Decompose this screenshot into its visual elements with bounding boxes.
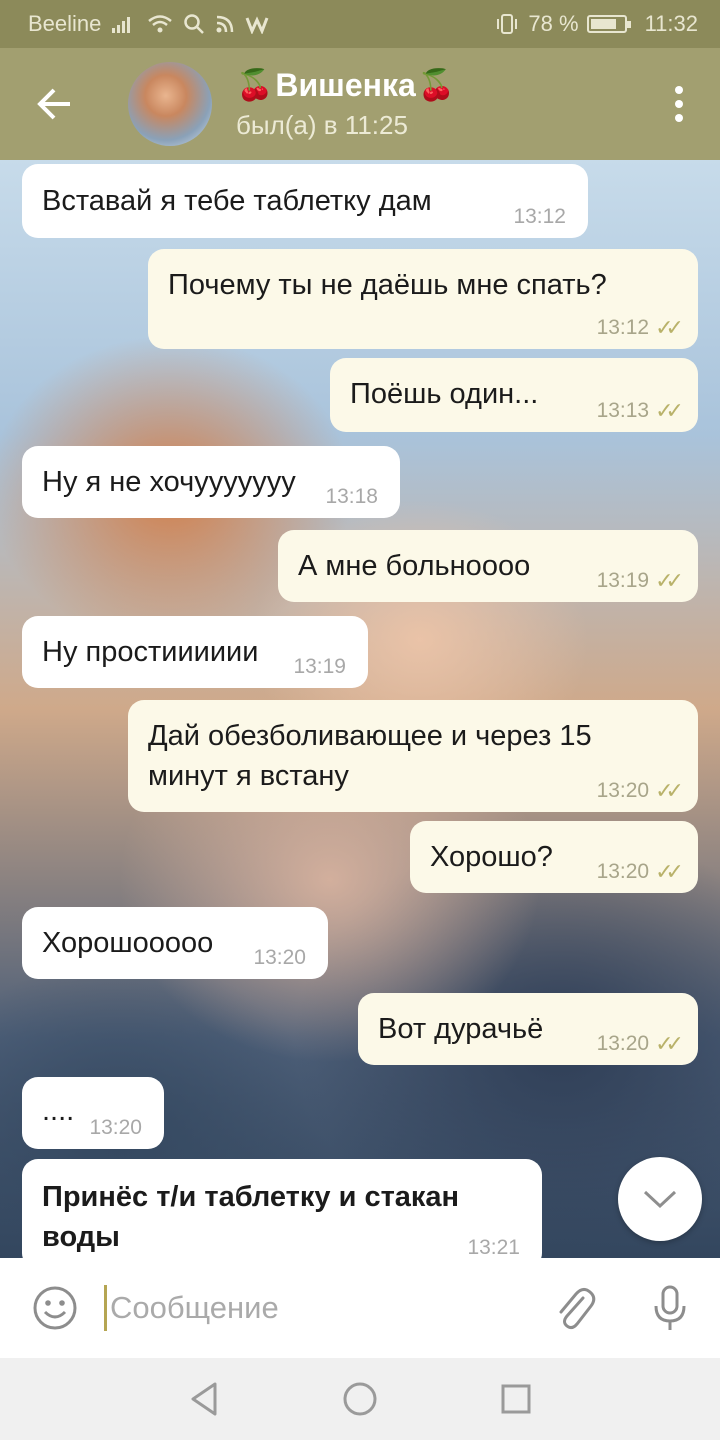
carrier-name: Beeline [28, 11, 102, 36]
message-text: Дай обезболивающее и через 15 минут я вс… [148, 720, 592, 792]
message-text: Ну я не хочууууууу [42, 466, 296, 498]
message-time: 13:18 [325, 485, 378, 508]
message-incoming[interactable]: Ну простииииии 13:19 [22, 616, 368, 688]
message-time: 13:13 ✓✓ [597, 400, 684, 422]
message-time: 13:12 ✓✓ [597, 317, 684, 339]
recents-square-icon[interactable] [499, 1382, 533, 1416]
message-incoming[interactable]: Ну я не хочууууууу 13:18 [22, 446, 400, 518]
message-incoming[interactable]: Хорошооооо 13:20 [22, 907, 328, 979]
voice-message-button[interactable] [620, 1284, 720, 1332]
double-check-icon: ✓✓ [655, 778, 684, 803]
back-triangle-icon[interactable] [187, 1381, 221, 1417]
system-nav-bar [0, 1358, 720, 1440]
chat-header: 🍒 Вишенка 🍒 был(а) в 11:25 [0, 48, 720, 160]
wifi-icon [148, 15, 173, 33]
double-check-icon: ✓✓ [655, 568, 684, 593]
message-outgoing[interactable]: Поёшь один... 13:13 ✓✓ [330, 358, 698, 432]
paperclip-icon [559, 1287, 596, 1330]
message-outgoing[interactable]: Дай обезболивающее и через 15 минут я вс… [128, 700, 698, 812]
chevron-down-icon [643, 1190, 677, 1209]
cherry-icon: 🍒 [236, 69, 274, 102]
message-time: 13:20 [89, 1116, 142, 1139]
message-incoming[interactable]: .... 13:20 [22, 1077, 164, 1149]
chat-title-block[interactable]: 🍒 Вишенка 🍒 был(а) в 11:25 [236, 67, 455, 141]
message-text: Вставай я тебе таблетку дам [42, 185, 432, 217]
message-time: 13:20 ✓✓ [597, 780, 684, 802]
home-circle-icon[interactable] [341, 1380, 379, 1418]
message-time: 13:20 ✓✓ [597, 861, 684, 883]
more-menu-button[interactable] [674, 86, 684, 122]
chat-name: 🍒 Вишенка 🍒 [236, 67, 455, 104]
double-check-icon: ✓✓ [655, 859, 684, 884]
search-icon [184, 14, 205, 34]
more-dots-icon [675, 86, 683, 94]
last-seen-status: был(а) в 11:25 [236, 110, 408, 140]
message-text: А мне больнoooo [298, 550, 531, 582]
message-text: Почему ты не даёшь мне спать? [168, 269, 607, 301]
double-check-icon: ✓✓ [655, 398, 684, 423]
clock: 11:32 [644, 11, 698, 36]
message-text: .... [42, 1095, 75, 1127]
message-text: Принёс т/и таблетку и стакан воды [42, 1181, 460, 1253]
message-time: 13:21 [467, 1236, 520, 1259]
message-time: 13:20 [253, 946, 306, 969]
scroll-down-button[interactable] [618, 1157, 702, 1241]
battery-percent: 78 % [528, 11, 579, 36]
double-check-icon: ✓✓ [655, 315, 684, 340]
message-text: Поёшь один... [350, 378, 539, 410]
status-bar: Beeline 78 % 11:32 [0, 0, 720, 48]
app-w-icon [245, 16, 269, 34]
message-time: 13:12 [513, 205, 566, 228]
message-time: 13:20 ✓✓ [597, 1033, 684, 1055]
message-input-bar [0, 1258, 720, 1358]
message-text: Ну простииииии [42, 636, 259, 668]
message-outgoing[interactable]: Вот дурачьё 13:20 ✓✓ [358, 993, 698, 1065]
message-text: Хорошо? [430, 841, 553, 873]
message-text: Хорошооооо [42, 927, 214, 959]
vibrate-icon [497, 14, 518, 34]
message-incoming[interactable]: Принёс т/и таблетку и стакан воды 13:21 [22, 1159, 542, 1258]
message-outgoing[interactable]: Хорошо? 13:20 ✓✓ [410, 821, 698, 893]
rss-icon [216, 15, 234, 33]
message-time: 13:19 ✓✓ [597, 570, 684, 592]
double-check-icon: ✓✓ [655, 1031, 684, 1056]
avatar[interactable] [128, 62, 212, 146]
message-incoming[interactable]: Вставай я тебе таблетку дам 13:12 [22, 164, 588, 238]
message-outgoing[interactable]: Почему ты не даёшь мне спать? 13:12 ✓✓ [148, 249, 698, 349]
text-caret [104, 1285, 107, 1331]
emoji-button[interactable] [0, 1284, 110, 1332]
attach-button[interactable] [530, 1284, 620, 1332]
signal-icon [112, 17, 131, 33]
cherry-icon: 🍒 [417, 69, 456, 102]
message-input[interactable] [110, 1290, 530, 1326]
battery-icon [586, 15, 631, 33]
back-button[interactable] [0, 48, 110, 160]
smiley-icon [33, 1286, 77, 1330]
chat-name-text: Вишенка [275, 67, 416, 103]
chat-messages[interactable]: Вставай я тебе таблетку дам 13:12 Почему… [0, 160, 720, 1258]
message-outgoing[interactable]: А мне больнoooo 13:19 ✓✓ [278, 530, 698, 602]
message-text: Вот дурачьё [378, 1013, 544, 1045]
microphone-icon [654, 1285, 686, 1330]
arrow-left-icon [37, 88, 70, 120]
message-time: 13:19 [293, 655, 346, 678]
message-input-wrapper [104, 1278, 530, 1338]
